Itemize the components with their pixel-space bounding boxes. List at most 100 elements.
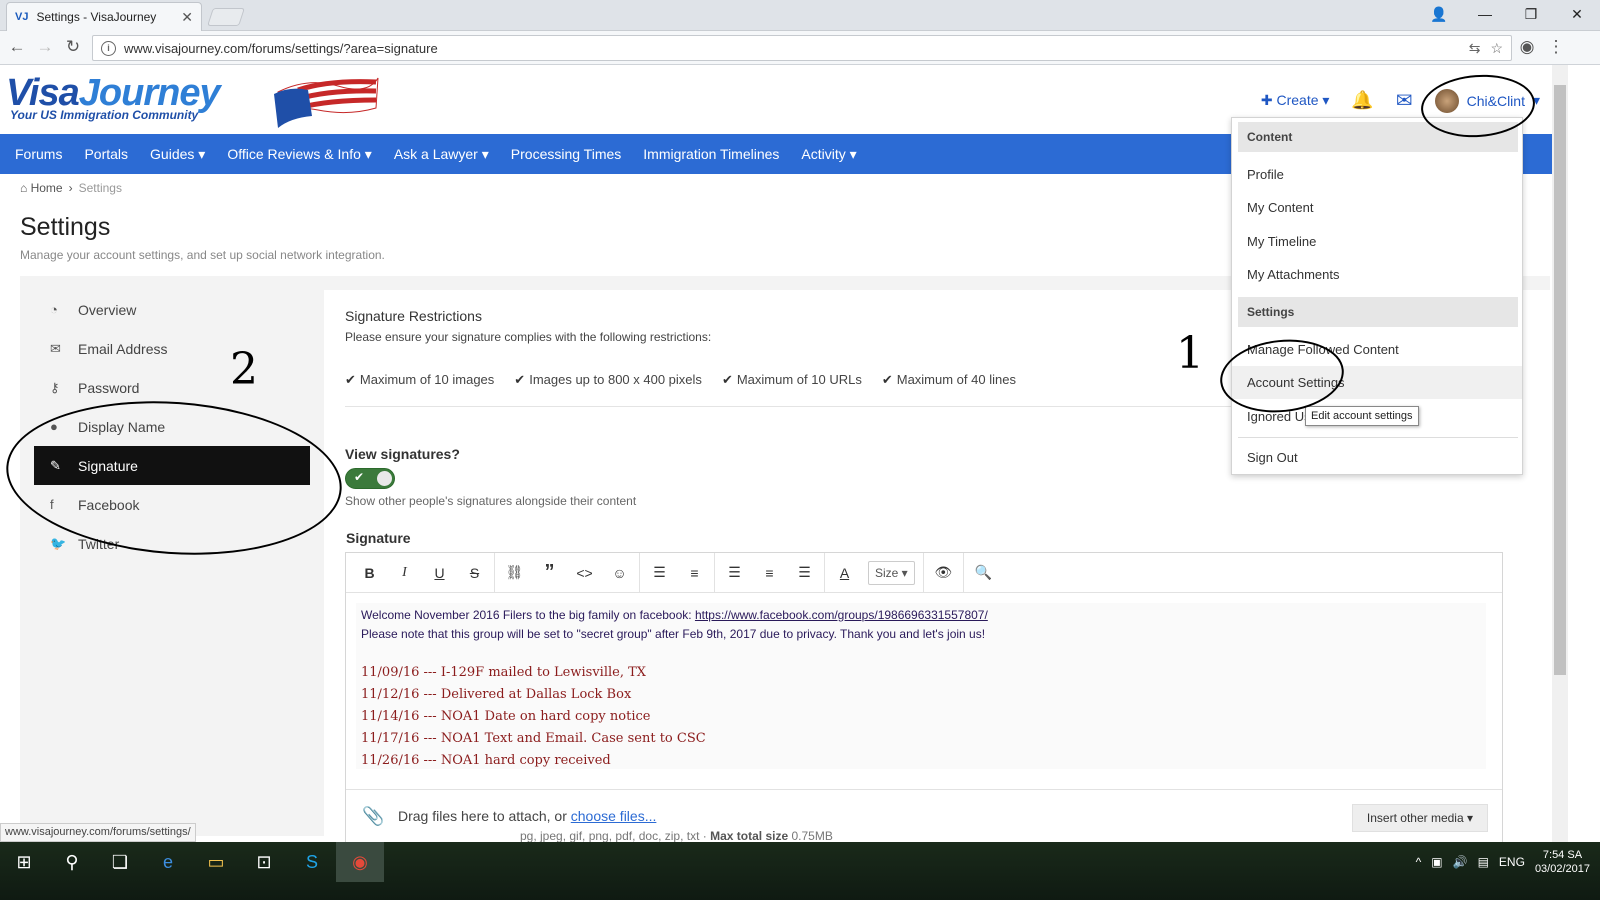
dropdown-item-sign-out[interactable]: Sign Out — [1232, 441, 1522, 474]
volume-icon[interactable]: 🔊 — [1453, 855, 1468, 869]
insert-media-label: Insert other media — [1366, 811, 1464, 825]
nav-processing-times[interactable]: Processing Times — [500, 146, 632, 162]
check-icon: ✔ — [354, 470, 365, 484]
browser-tab[interactable]: VJ Settings - VisaJourney ✕ — [6, 2, 202, 31]
nav-portals[interactable]: Portals — [73, 146, 139, 162]
dropdown-item-my-content[interactable]: My Content — [1232, 191, 1522, 224]
toolbar-separator — [714, 552, 715, 593]
notification-center-icon[interactable]: ▤ — [1478, 855, 1489, 869]
font-size-label: Size — [875, 565, 899, 580]
bookmark-star-icon[interactable]: ☆ — [1490, 40, 1503, 57]
edge-browser-icon[interactable]: e — [144, 842, 192, 882]
restrictions-title: Signature Restrictions — [345, 308, 482, 324]
notifications-bell-icon[interactable]: 🔔 — [1351, 90, 1373, 111]
menu-item-label: Overview — [78, 301, 137, 318]
bulleted-list-icon[interactable]: ☰ — [642, 564, 677, 581]
twitter-icon: 🐦 — [50, 535, 67, 551]
create-label: Create — [1276, 92, 1319, 108]
restriction-text: Maximum of 10 images — [359, 372, 495, 387]
preview-eye-icon[interactable]: 👁 — [926, 564, 961, 581]
close-window-icon[interactable]: ✕ — [1554, 0, 1600, 31]
font-color-icon[interactable]: A — [827, 565, 862, 581]
align-right-icon[interactable]: ☰ — [787, 564, 822, 581]
file-explorer-icon[interactable]: ▭ — [192, 842, 240, 882]
max-size-value: 0.75MB — [791, 829, 833, 843]
menu-item-label: Email Address — [78, 340, 168, 357]
messages-envelope-icon[interactable]: ✉ — [1396, 88, 1413, 113]
menu-item-email[interactable]: ✉ Email Address — [34, 329, 310, 368]
link-icon[interactable]: ⛓ — [497, 564, 532, 581]
minimize-icon[interactable]: — — [1462, 0, 1508, 31]
nav-ask-lawyer[interactable]: Ask a Lawyer ▾ — [383, 146, 500, 163]
translate-icon[interactable]: ⇆ — [1469, 40, 1481, 57]
search-icon[interactable]: ⚲ — [48, 842, 96, 882]
dropdown-item-profile[interactable]: Profile — [1232, 158, 1522, 191]
code-icon[interactable]: <> — [567, 565, 602, 581]
task-view-icon[interactable]: ❏ — [96, 842, 144, 882]
create-button[interactable]: ✚ Create ▾ — [1261, 92, 1330, 109]
menu-item-label: Password — [78, 379, 140, 396]
dropdown-item-my-timeline[interactable]: My Timeline — [1232, 225, 1522, 258]
windows-start-icon[interactable]: ⊞ — [0, 842, 48, 882]
skype-icon[interactable]: S — [288, 842, 336, 882]
store-icon[interactable]: ⊡ — [240, 842, 288, 882]
check-icon: ✔ — [721, 372, 733, 387]
restriction-text: Images up to 800 x 400 pixels — [529, 372, 702, 387]
font-size-select[interactable]: Size ▾ — [868, 560, 915, 585]
annotation-number-2: 2 — [230, 344, 258, 395]
view-signatures-toggle[interactable]: ✔ — [345, 468, 395, 489]
key-icon: ⚷ — [50, 379, 60, 395]
forward-icon[interactable]: → — [34, 37, 56, 57]
emoji-icon[interactable]: ☺ — [602, 565, 637, 581]
url-input[interactable]: i www.visajourney.com/forums/settings/?a… — [92, 35, 1512, 61]
dropdown-item-my-attachments[interactable]: My Attachments — [1232, 258, 1522, 291]
scrollbar-thumb[interactable] — [1554, 85, 1566, 675]
restriction-text: Maximum of 40 lines — [896, 372, 1016, 387]
italic-icon[interactable]: I — [387, 565, 422, 581]
nav-forums[interactable]: Forums — [4, 146, 73, 162]
restore-icon[interactable]: ❐ — [1508, 0, 1554, 31]
breadcrumb-home[interactable]: ⌂ Home — [20, 181, 63, 195]
clock[interactable]: 7:54 SA 03/02/2017 — [1535, 848, 1590, 876]
info-icon[interactable]: i — [101, 40, 116, 56]
underline-icon[interactable]: U — [422, 565, 457, 581]
profile-icon[interactable]: 👤 — [1416, 0, 1462, 31]
source-view-icon[interactable]: 🔍 — [966, 564, 1001, 581]
page-scrollbar[interactable] — [1552, 65, 1568, 842]
browser-tab-bar: VJ Settings - VisaJourney ✕ 👤 — ❐ ✕ — [0, 0, 1600, 31]
new-tab-button[interactable] — [207, 8, 245, 26]
align-center-icon[interactable]: ≡ — [752, 565, 787, 581]
numbered-list-icon[interactable]: ≡ — [677, 565, 712, 581]
reload-icon[interactable]: ↻ — [62, 37, 84, 57]
breadcrumb-separator: › — [68, 181, 73, 195]
menu-item-overview[interactable]: ◔ Overview — [34, 290, 310, 329]
check-icon: ✔ — [514, 372, 526, 387]
file-info: pg, jpeg, gif, png, pdf, doc, zip, txt ·… — [520, 829, 833, 843]
facebook-group-link[interactable]: https://www.facebook.com/groups/19866963… — [695, 608, 988, 622]
nav-office-reviews[interactable]: Office Reviews & Info ▾ — [216, 146, 383, 163]
site-logo[interactable]: VisaJourney Your US Immigration Communit… — [6, 72, 379, 132]
extension-icon[interactable]: ◉ — [1516, 37, 1538, 57]
flag-icon — [274, 77, 379, 128]
signature-textarea[interactable]: Welcome November 2016 Filers to the big … — [356, 603, 1486, 769]
view-signatures-label: View signatures? — [345, 446, 460, 462]
clock-date: 03/02/2017 — [1534, 863, 1590, 875]
tray-expand-icon[interactable]: ^ — [1416, 855, 1422, 869]
timeline-line: 11/09/16 --- I-129F mailed to Lewisville… — [361, 665, 647, 680]
back-icon[interactable]: ← — [6, 37, 28, 57]
choose-files-link[interactable]: choose files... — [571, 808, 657, 824]
align-left-icon[interactable]: ☰ — [717, 564, 752, 581]
bold-icon[interactable]: B — [352, 565, 387, 581]
insert-other-media-button[interactable]: Insert other media ▾ — [1351, 804, 1488, 832]
menu-icon[interactable]: ⋮ — [1545, 37, 1567, 57]
nav-activity[interactable]: Activity ▾ — [790, 146, 867, 163]
strikethrough-icon[interactable]: S — [457, 565, 492, 581]
nav-immigration-timelines[interactable]: Immigration Timelines — [632, 146, 790, 162]
chrome-icon[interactable]: ◉ — [336, 842, 384, 882]
quote-icon[interactable]: ” — [532, 561, 567, 584]
language-indicator[interactable]: ENG — [1499, 855, 1525, 869]
network-icon[interactable]: ▣ — [1431, 855, 1442, 869]
nav-guides[interactable]: Guides ▾ — [139, 146, 216, 163]
close-tab-icon[interactable]: ✕ — [181, 9, 193, 26]
url-text: www.visajourney.com/forums/settings/?are… — [124, 40, 438, 56]
